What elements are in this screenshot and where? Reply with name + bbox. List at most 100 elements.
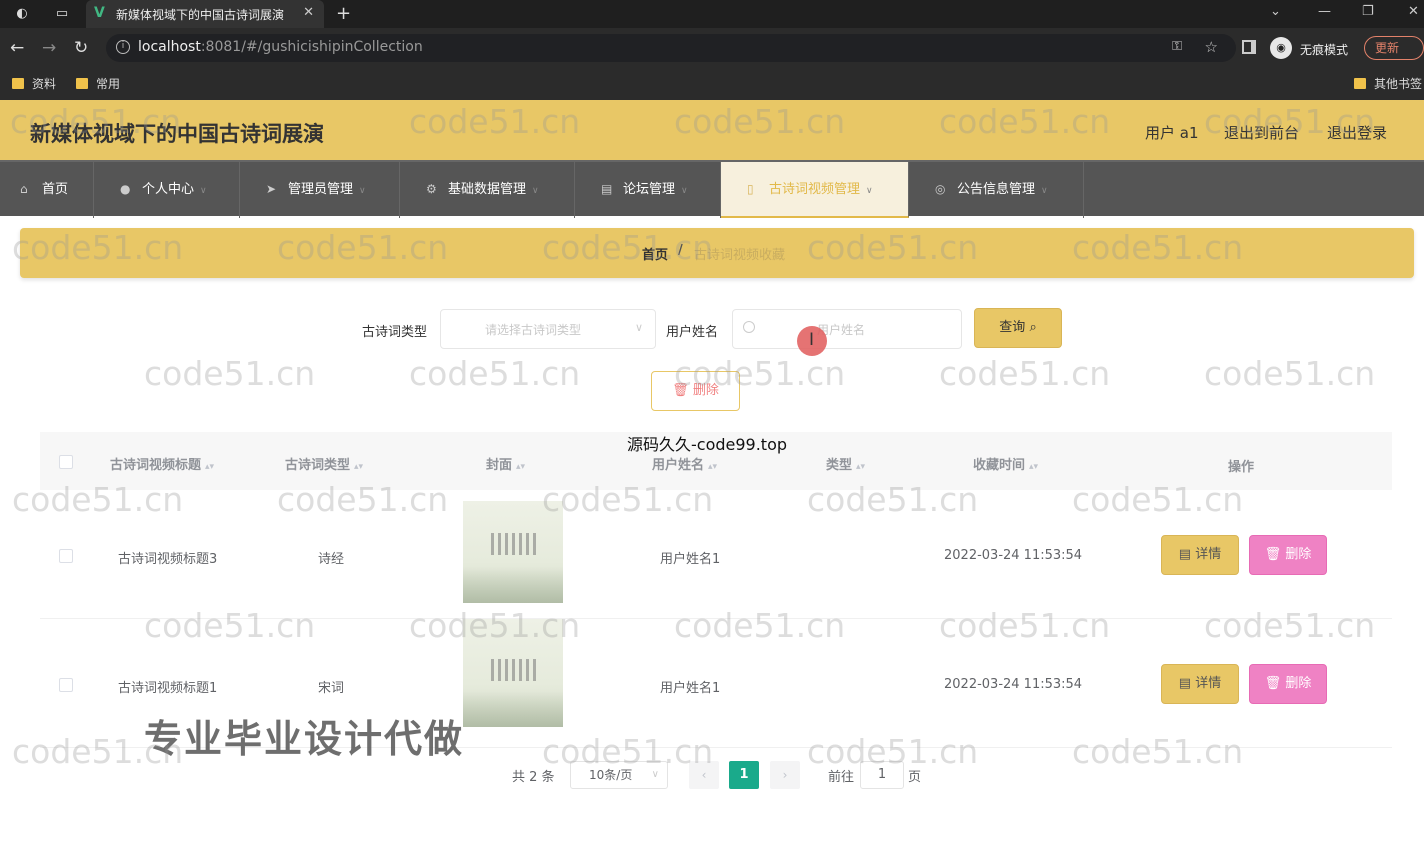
incognito-icon[interactable]: ◉ xyxy=(1270,37,1292,59)
col-time-header[interactable]: 收藏时间 ▴▾ xyxy=(973,454,1038,473)
nav-personal-center[interactable]: ● 个人中心 ∨ xyxy=(94,162,240,218)
restore-icon[interactable]: ❐ xyxy=(1362,4,1374,19)
cell-user: 用户姓名1 xyxy=(660,681,721,696)
sort-icon[interactable]: ▴▾ xyxy=(708,462,717,472)
page-size-select[interactable]: 10条/页 ∨ xyxy=(570,761,668,789)
poetry-type-label: 古诗词类型 xyxy=(362,325,428,340)
bookmark-folder-ziliao[interactable]: 资料 xyxy=(12,75,56,92)
poetry-type-placeholder: 请选择古诗词类型 xyxy=(485,323,582,337)
bookmarks-bar: 资料 常用 其他书签 xyxy=(0,68,1424,100)
goto-label: 前往 xyxy=(828,770,855,785)
next-page-button[interactable]: › xyxy=(770,761,800,789)
page-number-current[interactable]: 1 xyxy=(729,761,759,789)
breadcrumb: 首页 / 古诗词视频收藏 xyxy=(20,228,1414,278)
document-icon: ▤ xyxy=(1178,676,1192,691)
row-checkbox[interactable] xyxy=(59,549,73,563)
gear-icon: ⚙ xyxy=(426,182,437,196)
nav-admin-management[interactable]: ➤ 管理员管理 ∨ xyxy=(240,162,400,218)
cell-title: 古诗词视频标题1 xyxy=(118,681,218,696)
promo-overlay-text: 专业毕业设计代做 xyxy=(144,717,465,761)
nav-basic-data[interactable]: ⚙ 基础数据管理 ∨ xyxy=(400,162,575,218)
nav-poetry-video[interactable]: ▯ 古诗词视频管理 ∨ xyxy=(721,162,909,218)
goto-page-input[interactable]: 1 xyxy=(860,761,904,789)
sort-icon[interactable]: ▴▾ xyxy=(1029,462,1038,472)
chevron-down-icon: ∨ xyxy=(359,186,366,196)
logout-link[interactable]: 退出登录 xyxy=(1327,122,1387,143)
nav-announcements[interactable]: ◎ 公告信息管理 ∨ xyxy=(909,162,1084,218)
nav-home[interactable]: ⌂ 首页 xyxy=(0,162,94,218)
breadcrumb-home[interactable]: 首页 xyxy=(642,244,668,263)
breadcrumb-current: 古诗词视频收藏 xyxy=(694,248,786,263)
tab-dropdown-icon[interactable]: ⌄ xyxy=(1270,4,1281,19)
url-field[interactable]: i localhost:8081/#/gushicishipinCollecti… xyxy=(106,34,1236,62)
query-button[interactable]: 查询 ⌕ xyxy=(974,308,1062,348)
folder-icon xyxy=(1354,78,1366,89)
phone-icon: ▯ xyxy=(747,182,754,196)
forward-icon[interactable]: → xyxy=(42,38,56,58)
text-cursor-icon: I xyxy=(809,330,815,350)
pagination-total: 共 2 条 xyxy=(512,770,555,785)
key-icon[interactable]: ⚿ xyxy=(1172,39,1182,54)
tab-close-icon[interactable]: ✕ xyxy=(303,5,314,20)
col-user-header[interactable]: 用户姓名 ▴▾ xyxy=(652,454,717,473)
cell-time: 2022-03-24 11:53:54 xyxy=(944,548,1083,563)
nav-forum[interactable]: ▤ 论坛管理 ∨ xyxy=(575,162,721,218)
document-icon: ▤ xyxy=(601,182,613,196)
send-icon: ➤ xyxy=(266,182,277,196)
row-delete-button[interactable]: 🗑 删除 xyxy=(1249,535,1327,575)
cell-type: 宋词 xyxy=(318,681,345,696)
chevron-down-icon: ∨ xyxy=(1041,186,1048,196)
bookmark-star-icon[interactable]: ☆ xyxy=(1205,38,1218,56)
col-cover-header[interactable]: 封面 ▴▾ xyxy=(486,454,525,473)
trash-icon: 🗑 xyxy=(1264,676,1282,691)
browser-tab-bar: ◐ ▭ V 新媒体视域下的中国古诗词展演 ✕ + ⌄ — ❐ ✕ xyxy=(0,0,1424,28)
chevron-down-icon: ∨ xyxy=(866,186,873,196)
browser-app-icon[interactable]: ◐ xyxy=(14,6,30,22)
tab-search-icon[interactable]: ▭ xyxy=(54,6,70,22)
sort-icon[interactable]: ▴▾ xyxy=(856,462,865,472)
site-info-icon[interactable]: i xyxy=(116,40,130,54)
tab-title: 新媒体视域下的中国古诗词展演 xyxy=(116,8,285,22)
bookmark-folder-changyong[interactable]: 常用 xyxy=(76,75,120,92)
update-button[interactable]: 更新 xyxy=(1364,36,1424,60)
bookmark-folder-other[interactable]: 其他书签 xyxy=(1354,75,1422,92)
sort-icon[interactable]: ▴▾ xyxy=(354,462,363,472)
sort-icon[interactable]: ▴▾ xyxy=(516,462,525,472)
browser-tab[interactable]: V 新媒体视域下的中国古诗词展演 ✕ xyxy=(86,0,324,28)
document-icon: ▤ xyxy=(1178,547,1192,562)
chevron-down-icon: ∨ xyxy=(200,186,207,196)
user-name-input[interactable]: 用户姓名 xyxy=(732,309,962,349)
col-title-header[interactable]: 古诗词视频标题 ▴▾ xyxy=(110,454,214,473)
cell-type: 诗经 xyxy=(318,552,345,567)
cell-title: 古诗词视频标题3 xyxy=(118,552,218,567)
side-panel-icon[interactable] xyxy=(1242,40,1256,54)
batch-delete-button[interactable]: 🗑 删除 xyxy=(651,371,740,411)
user-icon: ● xyxy=(120,182,131,196)
page-unit-label: 页 xyxy=(908,770,922,785)
prev-page-button[interactable]: ‹ xyxy=(689,761,719,789)
back-icon[interactable]: ← xyxy=(10,38,24,58)
minimize-icon[interactable]: — xyxy=(1318,4,1331,19)
chevron-down-icon: ∨ xyxy=(681,186,688,196)
new-tab-icon[interactable]: + xyxy=(336,3,351,24)
reload-icon[interactable]: ↻ xyxy=(74,38,88,58)
sort-icon[interactable]: ▴▾ xyxy=(205,462,214,472)
to-front-link[interactable]: 退出到前台 xyxy=(1224,122,1299,143)
chevron-down-icon: ∨ xyxy=(634,321,643,334)
trash-icon: 🗑 xyxy=(1264,547,1282,562)
row-checkbox[interactable] xyxy=(59,678,73,692)
window-close-icon[interactable]: ✕ xyxy=(1408,4,1419,19)
url-host: localhost xyxy=(138,39,201,55)
poetry-type-select[interactable]: 请选择古诗词类型 ∨ xyxy=(440,309,656,349)
chevron-down-icon: ∨ xyxy=(651,769,659,780)
globe-icon: ◎ xyxy=(935,182,946,196)
incognito-label: 无痕模式 xyxy=(1300,43,1349,57)
col-kind-header[interactable]: 类型 ▴▾ xyxy=(826,454,865,473)
col-type-header[interactable]: 古诗词类型 ▴▾ xyxy=(285,454,363,473)
select-all-checkbox[interactable] xyxy=(59,455,73,469)
app-title: 新媒体视域下的中国古诗词展演 xyxy=(30,122,324,146)
row-delete-button[interactable]: 🗑 删除 xyxy=(1249,664,1327,704)
search-icon xyxy=(743,321,755,333)
detail-button[interactable]: ▤ 详情 xyxy=(1161,535,1239,575)
detail-button[interactable]: ▤ 详情 xyxy=(1161,664,1239,704)
